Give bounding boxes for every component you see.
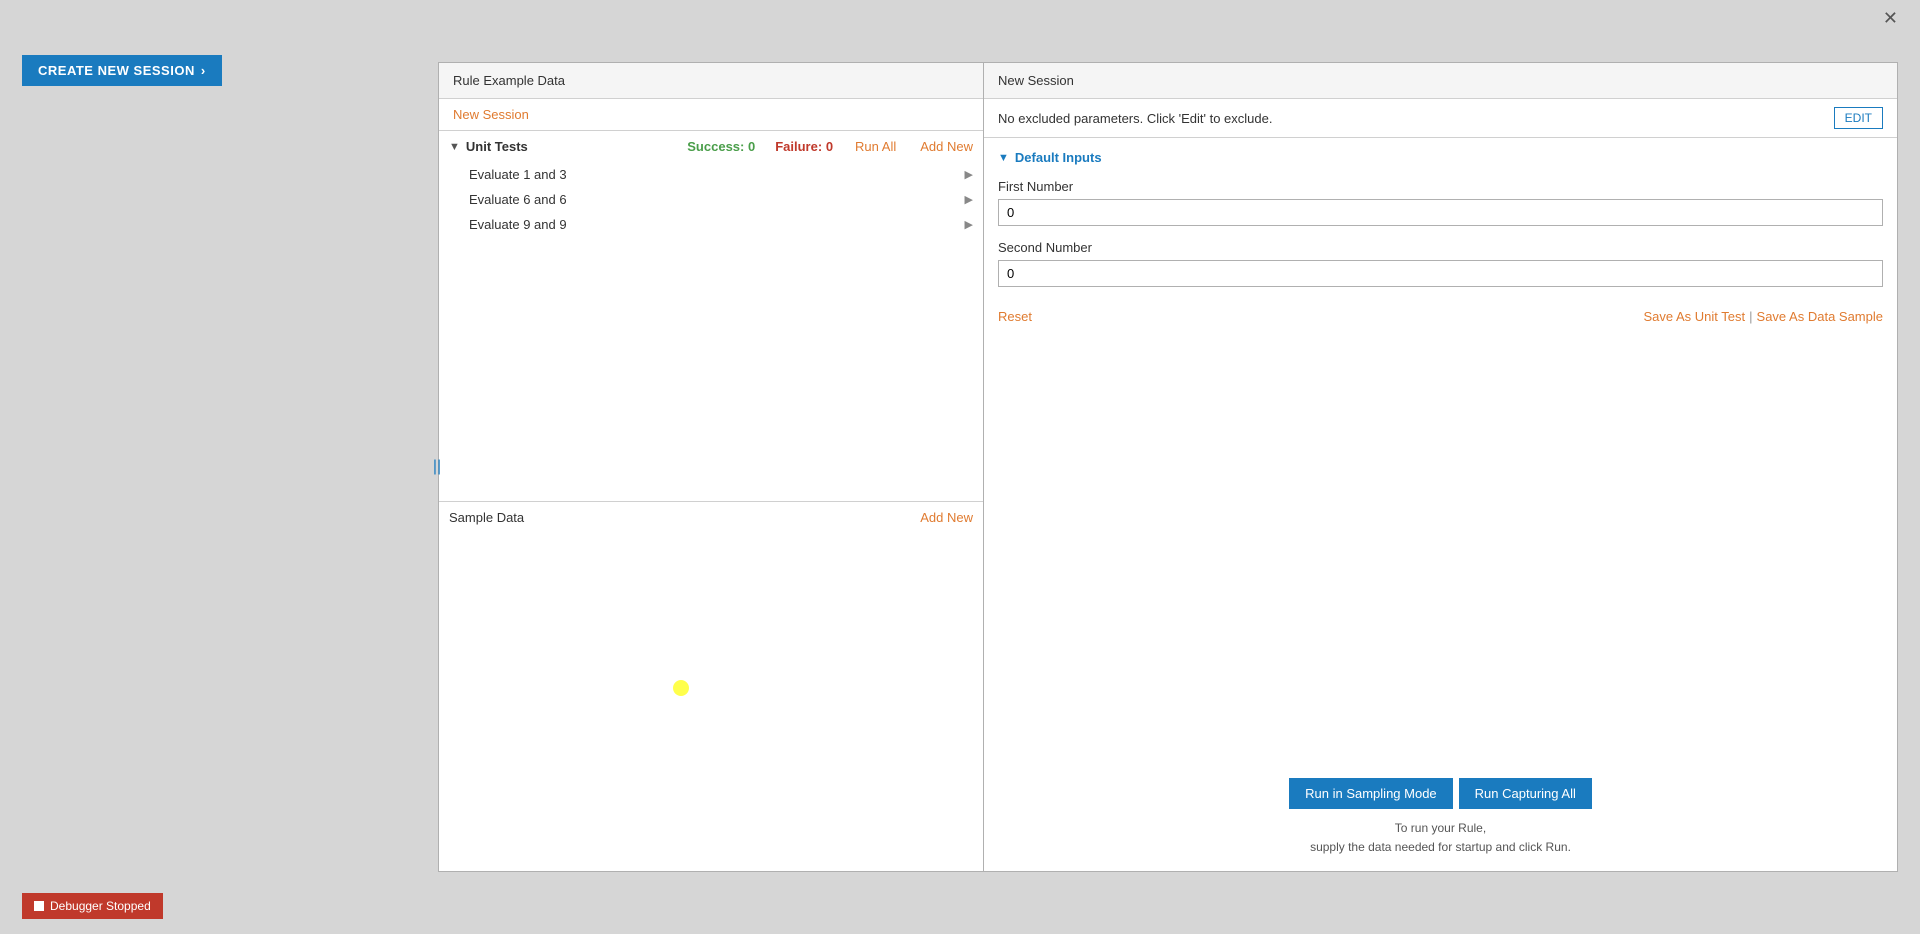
second-number-input[interactable] xyxy=(998,260,1883,287)
separator: | xyxy=(1749,309,1752,324)
second-number-field-group: Second Number xyxy=(998,240,1883,301)
run-buttons: Run in Sampling Mode Run Capturing All xyxy=(1289,778,1592,809)
sample-data-section: Sample Data Add New xyxy=(439,502,983,872)
second-number-label: Second Number xyxy=(998,240,1883,255)
reset-link[interactable]: Reset xyxy=(998,309,1032,324)
first-number-input[interactable] xyxy=(998,199,1883,226)
save-links: Save As Unit Test | Save As Data Sample xyxy=(1643,309,1883,324)
close-button[interactable]: ✕ xyxy=(1883,8,1898,29)
debugger-label: Debugger Stopped xyxy=(50,899,151,913)
save-as-data-sample-link[interactable]: Save As Data Sample xyxy=(1757,309,1883,324)
edit-button[interactable]: EDIT xyxy=(1834,107,1883,129)
unit-tests-header: ▼ Unit Tests Success: 0 Failure: 0 Run A… xyxy=(439,131,983,162)
run-sampling-button[interactable]: Run in Sampling Mode xyxy=(1289,778,1453,809)
left-panel-header: Rule Example Data xyxy=(439,63,983,99)
run-hint: To run your Rule, supply the data needed… xyxy=(1310,819,1571,857)
right-panel: New Session No excluded parameters. Clic… xyxy=(984,63,1897,871)
play-icon-2[interactable]: ▶ xyxy=(965,193,973,206)
main-panel: Rule Example Data New Session ▼ Unit Tes… xyxy=(438,62,1898,872)
unit-tests-collapse-icon[interactable]: ▼ xyxy=(449,141,460,153)
debugger-bar: Debugger Stopped xyxy=(22,893,163,919)
create-session-label: CREATE NEW SESSION xyxy=(38,63,195,78)
sample-data-header: Sample Data Add New xyxy=(439,502,983,533)
test-list: Evaluate 1 and 3 ▶ Evaluate 6 and 6 ▶ Ev… xyxy=(439,162,983,237)
right-content: ▼ Default Inputs First Number Second Num… xyxy=(984,138,1897,764)
run-all-link[interactable]: Run All xyxy=(855,139,896,154)
no-excluded-text: No excluded parameters. Click 'Edit' to … xyxy=(998,111,1834,126)
divider-icon: || xyxy=(433,458,441,476)
play-icon-1[interactable]: ▶ xyxy=(965,168,973,181)
left-panel: Rule Example Data New Session ▼ Unit Tes… xyxy=(439,63,984,871)
default-inputs-collapse-icon[interactable]: ▼ xyxy=(998,152,1009,164)
test-item: Evaluate 9 and 9 ▶ xyxy=(439,212,983,237)
unit-tests-add-new-link[interactable]: Add New xyxy=(920,139,973,154)
failure-count: Failure: 0 xyxy=(775,139,833,154)
test-item: Evaluate 6 and 6 ▶ xyxy=(439,187,983,212)
sample-data-title: Sample Data xyxy=(449,510,524,525)
success-count: Success: 0 xyxy=(687,139,755,154)
debugger-stopped: Debugger Stopped xyxy=(22,893,163,919)
panel-divider[interactable]: || xyxy=(433,62,441,872)
unit-tests-title: Unit Tests xyxy=(466,139,681,154)
left-panel-title: Rule Example Data xyxy=(453,73,565,88)
sample-data-add-new-link[interactable]: Add New xyxy=(920,510,973,525)
run-capturing-button[interactable]: Run Capturing All xyxy=(1459,778,1592,809)
first-number-field-group: First Number xyxy=(998,179,1883,240)
save-as-unit-test-link[interactable]: Save As Unit Test xyxy=(1643,309,1745,324)
create-session-button[interactable]: CREATE NEW SESSION › xyxy=(22,55,222,86)
first-number-label: First Number xyxy=(998,179,1883,194)
play-icon-3[interactable]: ▶ xyxy=(965,218,973,231)
default-inputs-header: ▼ Default Inputs xyxy=(998,150,1883,165)
debugger-dot-icon xyxy=(34,901,44,911)
run-hint-line2: supply the data needed for startup and c… xyxy=(1310,838,1571,857)
new-session-tab-label: New Session xyxy=(453,107,529,122)
test-item: Evaluate 1 and 3 ▶ xyxy=(439,162,983,187)
bottom-actions: Run in Sampling Mode Run Capturing All T… xyxy=(984,764,1897,871)
actions-row: Reset Save As Unit Test | Save As Data S… xyxy=(998,309,1883,324)
run-hint-line1: To run your Rule, xyxy=(1310,819,1571,838)
new-session-tab[interactable]: New Session xyxy=(439,99,983,131)
default-inputs-title: Default Inputs xyxy=(1015,150,1102,165)
right-panel-header: New Session xyxy=(984,63,1897,99)
arrow-icon: › xyxy=(201,63,206,78)
unit-tests-section: ▼ Unit Tests Success: 0 Failure: 0 Run A… xyxy=(439,131,983,502)
right-panel-title: New Session xyxy=(998,73,1074,88)
excluded-params-bar: No excluded parameters. Click 'Edit' to … xyxy=(984,99,1897,138)
close-icon: ✕ xyxy=(1883,8,1898,28)
